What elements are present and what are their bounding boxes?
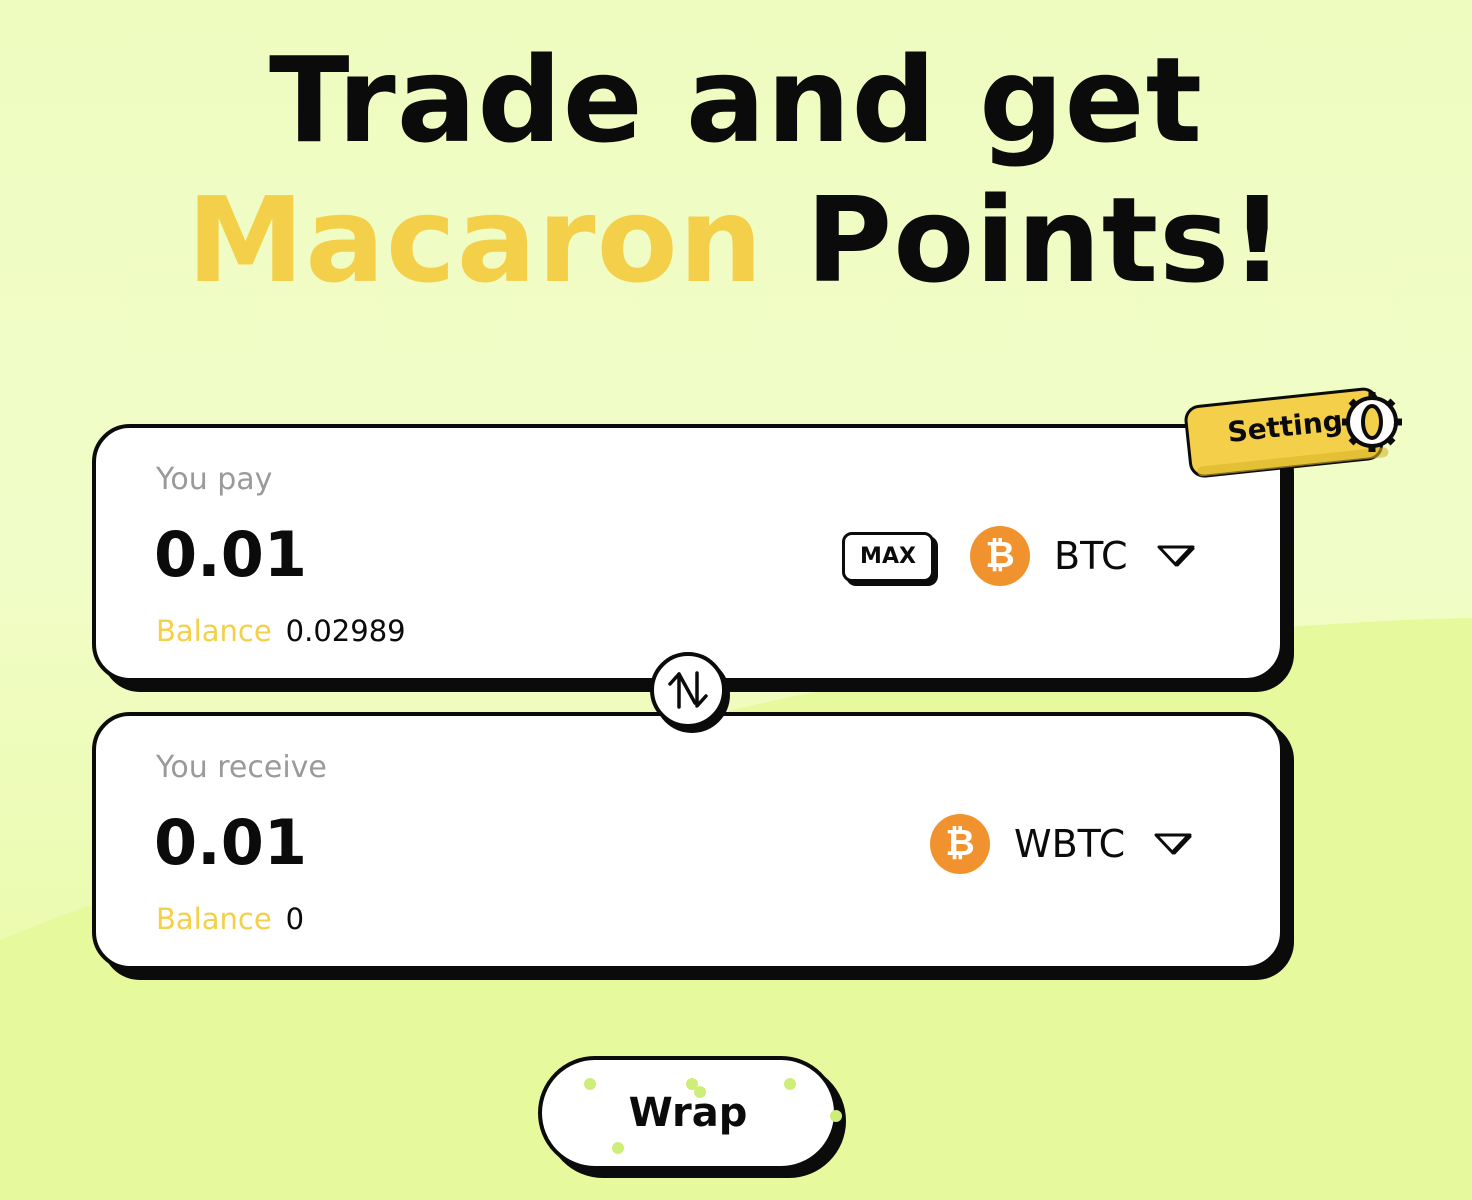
decorative-dot: [830, 1110, 842, 1122]
headline-rest: Points!: [763, 171, 1286, 309]
receive-amount-input[interactable]: [154, 802, 714, 882]
pay-token-selector[interactable]: ₿ BTC: [970, 524, 1196, 588]
pay-label: You pay: [156, 462, 273, 497]
pay-token-name: BTC: [1054, 534, 1128, 578]
decorative-dot: [784, 1078, 796, 1090]
headline-line-1: Trade and get: [268, 31, 1203, 169]
receive-token-name: WBTC: [1014, 822, 1126, 866]
decorative-dot: [694, 1086, 706, 1098]
receive-balance-label: Balance: [156, 902, 272, 936]
headline-accent: Macaron: [186, 171, 764, 309]
swap-arrows-icon: [668, 671, 708, 709]
setting-label: Setting: [1225, 403, 1345, 449]
chevron-down-icon: [1154, 833, 1192, 855]
pay-balance-value: 0.02989: [285, 614, 406, 648]
max-button[interactable]: MAX: [842, 532, 934, 582]
pay-card: You pay MAX ₿ BTC Balance 0.02989: [92, 424, 1284, 682]
chevron-down-icon: [1157, 545, 1195, 567]
swap-direction-button[interactable]: [650, 652, 726, 728]
decorative-dot: [612, 1142, 624, 1154]
bitcoin-icon: ₿: [930, 814, 990, 874]
pay-amount-input[interactable]: [154, 514, 714, 594]
receive-balance: Balance 0: [156, 902, 304, 936]
headline-line-2: Macaron Points!: [0, 170, 1472, 310]
wrap-button-label: Wrap: [628, 1090, 748, 1136]
receive-card: You receive ₿ WBTC Balance 0: [92, 712, 1284, 970]
pay-balance: Balance 0.02989: [156, 614, 406, 648]
wrap-button[interactable]: Wrap: [538, 1056, 838, 1170]
hero-headline: Trade and get Macaron Points!: [0, 30, 1472, 310]
receive-label: You receive: [156, 750, 327, 785]
bitcoin-icon: ₿: [970, 526, 1030, 586]
receive-balance-value: 0: [285, 902, 305, 936]
receive-token-selector[interactable]: ₿ WBTC: [930, 812, 1193, 876]
pay-balance-label: Balance: [156, 614, 272, 648]
decorative-dot: [584, 1078, 596, 1090]
